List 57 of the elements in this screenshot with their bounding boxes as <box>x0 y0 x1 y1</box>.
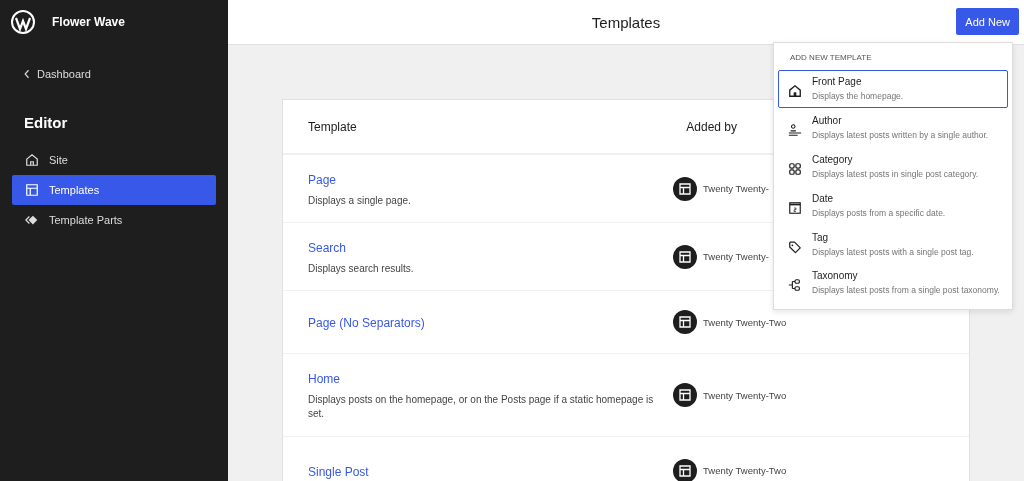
page-title: Templates <box>591 13 661 31</box>
template-link[interactable]: Home <box>308 372 340 386</box>
theme-name: Twenty Twenty- <box>703 251 769 262</box>
sidebar-item[interactable]: Template Parts <box>12 205 216 235</box>
template-description: Displays a single page. <box>308 193 412 208</box>
template-link[interactable]: Single Post <box>308 464 369 479</box>
template-link[interactable]: Page <box>308 172 337 187</box>
home-icon <box>788 84 802 98</box>
theme-layout-icon <box>673 383 697 407</box>
template-description: Displays posts on the homepage, or on the Posts page if a static homepage is set. <box>308 393 655 421</box>
menu-item-title: Author <box>812 114 843 126</box>
menu-item-description: Displays latest posts written by a single author. <box>812 129 989 142</box>
menu-item-title: Tag <box>812 231 830 243</box>
column-header: Template <box>307 119 358 134</box>
menu-item[interactable]: Taxonomy Displays latest posts from a single post taxonomy. <box>778 264 1008 303</box>
wordpress-logo-icon[interactable] <box>11 10 35 34</box>
author-icon <box>788 122 802 137</box>
menu-heading: ADD NEW TEMPLATE <box>789 52 873 64</box>
template-description: Displays search results. <box>308 261 415 276</box>
calendar-icon <box>788 200 802 215</box>
theme-layout-icon <box>673 244 697 269</box>
dashboard-link[interactable]: Dashboard <box>24 68 91 80</box>
theme-layout-icon <box>673 310 697 334</box>
site-name: Flower Wave <box>52 15 125 29</box>
tag-icon <box>788 239 802 254</box>
theme-name: Twenty Twenty- <box>703 183 769 194</box>
menu-item-description: Displays the homepage. <box>812 91 904 103</box>
diamond-icon <box>25 213 39 227</box>
menu-item[interactable]: Front Page Displays the homepage. <box>778 70 1008 108</box>
layout-icon <box>25 183 39 197</box>
theme-name: Twenty Twenty-Two <box>703 316 787 328</box>
menu-item[interactable]: Category Displays latest posts in single post category. <box>778 147 1008 186</box>
sidebar-heading: Editor <box>24 114 69 131</box>
home-icon <box>25 153 39 167</box>
menu-item-description: Displays latest posts in single post category. <box>812 168 979 181</box>
add-new-button[interactable]: Add New <box>956 8 1019 35</box>
hierarchy-icon <box>788 278 802 293</box>
menu-item-description: Displays latest posts from a single post taxonomy. <box>812 285 1000 298</box>
menu-item-description: Displays latest posts with a single post tag. <box>812 246 974 259</box>
theme-name: Twenty Twenty-Two <box>703 389 787 401</box>
template-link[interactable]: Page (No Separators) <box>308 316 425 330</box>
menu-item[interactable]: Author Displays latest posts written by a single author. <box>778 108 1008 147</box>
chevron-left-icon <box>24 69 30 79</box>
template-link[interactable]: Search <box>308 240 347 255</box>
menu-item-title: Category <box>812 153 854 165</box>
menu-item-title: Date <box>812 192 835 204</box>
menu-item-title: Front Page <box>812 76 863 87</box>
menu-item[interactable]: Date Displays posts from a specific date. <box>778 186 1008 225</box>
menu-item-title: Taxonomy <box>812 270 859 282</box>
column-header: Added by <box>686 119 737 134</box>
theme-layout-icon <box>673 176 697 201</box>
menu-item-description: Displays posts from a specific date. <box>812 207 946 220</box>
sidebar-item[interactable]: Templates <box>12 175 216 205</box>
grid-icon <box>788 161 802 176</box>
menu-item[interactable]: Tag Displays latest posts with a single post tag. <box>778 225 1008 264</box>
sidebar-item[interactable]: Site <box>12 145 216 175</box>
theme-name: Twenty Twenty-Two <box>703 465 787 476</box>
